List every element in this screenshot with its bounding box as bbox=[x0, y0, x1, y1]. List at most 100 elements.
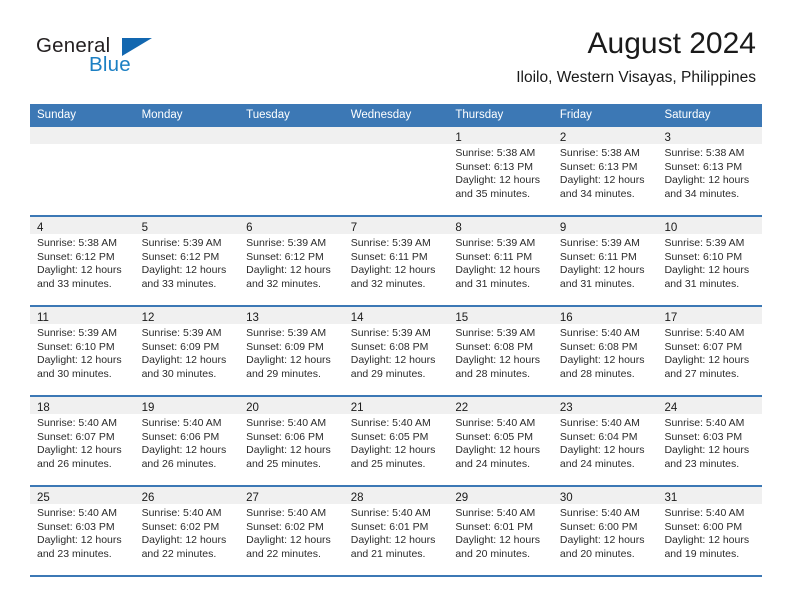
day-number: 30 bbox=[559, 492, 573, 504]
day-cell[interactable]: 10 Sunrise: 5:39 AM Sunset: 6:10 PM Dayl… bbox=[657, 217, 763, 305]
day-cell[interactable]: 30 Sunrise: 5:40 AM Sunset: 6:00 PM Dayl… bbox=[552, 487, 658, 575]
day-details: Sunrise: 5:38 AM Sunset: 6:13 PM Dayligh… bbox=[553, 144, 658, 201]
sunset-text: Sunset: 6:12 PM bbox=[141, 250, 220, 263]
sunset-text: Sunset: 6:10 PM bbox=[37, 340, 115, 353]
daylight-text-line1: Daylight: 12 hours bbox=[559, 534, 645, 547]
daylight-text-line2: and 34 minutes. bbox=[559, 187, 635, 200]
sunrise-text: Sunrise: 5:40 AM bbox=[559, 507, 640, 519]
day-number: 6 bbox=[246, 222, 253, 234]
sunset-text: Sunset: 6:08 PM bbox=[455, 340, 533, 353]
day-details bbox=[135, 144, 240, 147]
day-number-band: 29 bbox=[448, 487, 553, 504]
sunrise-text: Sunrise: 5:40 AM bbox=[350, 507, 431, 519]
day-cell[interactable]: 31 Sunrise: 5:40 AM Sunset: 6:00 PM Dayl… bbox=[657, 487, 763, 575]
daylight-text-line1: Daylight: 12 hours bbox=[141, 444, 227, 457]
daylight-text-line2: and 25 minutes. bbox=[246, 457, 321, 470]
day-number: 12 bbox=[141, 312, 155, 324]
day-cell[interactable]: 2 Sunrise: 5:38 AM Sunset: 6:13 PM Dayli… bbox=[552, 127, 658, 215]
day-details bbox=[344, 144, 449, 147]
day-cell[interactable]: 17 Sunrise: 5:40 AM Sunset: 6:07 PM Dayl… bbox=[657, 307, 763, 395]
day-number: 1 bbox=[455, 132, 462, 144]
sunset-text: Sunset: 6:02 PM bbox=[246, 520, 324, 533]
daylight-text-line1: Daylight: 12 hours bbox=[246, 444, 331, 457]
day-cell[interactable]: 26 Sunrise: 5:40 AM Sunset: 6:02 PM Dayl… bbox=[134, 487, 240, 575]
day-cell[interactable]: 25 Sunrise: 5:40 AM Sunset: 6:03 PM Dayl… bbox=[30, 487, 135, 575]
day-details: Sunrise: 5:39 AM Sunset: 6:11 PM Dayligh… bbox=[344, 234, 449, 291]
day-cell[interactable]: 16 Sunrise: 5:40 AM Sunset: 6:08 PM Dayl… bbox=[552, 307, 658, 395]
day-number-band: 2 bbox=[552, 127, 658, 144]
calendar-page: General Blue August 2024 Iloilo, Western… bbox=[0, 0, 792, 612]
day-details: Sunrise: 5:40 AM Sunset: 6:00 PM Dayligh… bbox=[657, 504, 762, 561]
day-cell[interactable] bbox=[239, 127, 344, 215]
day-details: Sunrise: 5:38 AM Sunset: 6:13 PM Dayligh… bbox=[657, 144, 762, 201]
daylight-text-line2: and 31 minutes. bbox=[455, 277, 531, 290]
daylight-text-line1: Daylight: 12 hours bbox=[664, 264, 750, 277]
sunset-text: Sunset: 6:03 PM bbox=[664, 430, 743, 443]
day-number-band: 6 bbox=[239, 217, 344, 234]
day-number-band bbox=[239, 127, 344, 144]
sunset-text: Sunset: 6:04 PM bbox=[559, 430, 638, 443]
day-cell[interactable] bbox=[30, 127, 135, 215]
daylight-text-line2: and 26 minutes. bbox=[141, 457, 217, 470]
daylight-text-line2: and 23 minutes. bbox=[37, 547, 112, 560]
daylight-text-line1: Daylight: 12 hours bbox=[559, 354, 645, 367]
day-cell[interactable]: 22 Sunrise: 5:40 AM Sunset: 6:05 PM Dayl… bbox=[448, 397, 553, 485]
day-cell[interactable]: 8 Sunrise: 5:39 AM Sunset: 6:11 PM Dayli… bbox=[448, 217, 553, 305]
day-number-band bbox=[30, 127, 135, 144]
day-details: Sunrise: 5:39 AM Sunset: 6:08 PM Dayligh… bbox=[344, 324, 449, 381]
day-cell[interactable] bbox=[343, 127, 449, 215]
daylight-text-line1: Daylight: 12 hours bbox=[559, 444, 645, 457]
daylight-text-line2: and 25 minutes. bbox=[350, 457, 426, 470]
daylight-text-line2: and 33 minutes. bbox=[141, 277, 217, 290]
day-cell[interactable]: 18 Sunrise: 5:40 AM Sunset: 6:07 PM Dayl… bbox=[30, 397, 135, 485]
day-cell[interactable]: 13 Sunrise: 5:39 AM Sunset: 6:09 PM Dayl… bbox=[239, 307, 344, 395]
day-number-band: 3 bbox=[657, 127, 763, 144]
weekday-header-sunday: Sunday bbox=[37, 109, 77, 121]
day-cell[interactable]: 6 Sunrise: 5:39 AM Sunset: 6:12 PM Dayli… bbox=[239, 217, 344, 305]
day-details: Sunrise: 5:39 AM Sunset: 6:10 PM Dayligh… bbox=[30, 324, 135, 381]
day-cell[interactable]: 12 Sunrise: 5:39 AM Sunset: 6:09 PM Dayl… bbox=[134, 307, 240, 395]
day-cell[interactable]: 29 Sunrise: 5:40 AM Sunset: 6:01 PM Dayl… bbox=[448, 487, 553, 575]
day-cell[interactable]: 23 Sunrise: 5:40 AM Sunset: 6:04 PM Dayl… bbox=[552, 397, 658, 485]
day-number-band: 19 bbox=[134, 397, 240, 414]
sunrise-text: Sunrise: 5:38 AM bbox=[37, 237, 117, 249]
day-number: 14 bbox=[350, 312, 364, 324]
day-number: 17 bbox=[664, 312, 678, 324]
day-details: Sunrise: 5:39 AM Sunset: 6:09 PM Dayligh… bbox=[239, 324, 344, 381]
day-cell[interactable]: 14 Sunrise: 5:39 AM Sunset: 6:08 PM Dayl… bbox=[343, 307, 449, 395]
daylight-text-line1: Daylight: 12 hours bbox=[455, 354, 540, 367]
day-cell[interactable]: 28 Sunrise: 5:40 AM Sunset: 6:01 PM Dayl… bbox=[343, 487, 449, 575]
daylight-text-line2: and 27 minutes. bbox=[664, 367, 740, 380]
daylight-text-line2: and 22 minutes. bbox=[141, 547, 217, 560]
day-cell[interactable]: 15 Sunrise: 5:39 AM Sunset: 6:08 PM Dayl… bbox=[448, 307, 553, 395]
daylight-text-line2: and 28 minutes. bbox=[559, 367, 635, 380]
day-cell[interactable]: 7 Sunrise: 5:39 AM Sunset: 6:11 PM Dayli… bbox=[343, 217, 449, 305]
day-details: Sunrise: 5:40 AM Sunset: 6:03 PM Dayligh… bbox=[657, 414, 762, 471]
sunrise-text: Sunrise: 5:39 AM bbox=[141, 237, 222, 249]
daylight-text-line1: Daylight: 12 hours bbox=[559, 174, 645, 187]
day-cell[interactable]: 21 Sunrise: 5:40 AM Sunset: 6:05 PM Dayl… bbox=[343, 397, 449, 485]
daylight-text-line1: Daylight: 12 hours bbox=[350, 444, 436, 457]
day-cell[interactable]: 24 Sunrise: 5:40 AM Sunset: 6:03 PM Dayl… bbox=[657, 397, 763, 485]
daylight-text-line1: Daylight: 12 hours bbox=[455, 174, 540, 187]
day-cell[interactable]: 5 Sunrise: 5:39 AM Sunset: 6:12 PM Dayli… bbox=[134, 217, 240, 305]
day-cell[interactable]: 20 Sunrise: 5:40 AM Sunset: 6:06 PM Dayl… bbox=[239, 397, 344, 485]
day-cell[interactable]: 19 Sunrise: 5:40 AM Sunset: 6:06 PM Dayl… bbox=[134, 397, 240, 485]
calendar-grid: Sunday Monday Tuesday Wednesday Thursday… bbox=[30, 104, 763, 577]
day-cell[interactable]: 3 Sunrise: 5:38 AM Sunset: 6:13 PM Dayli… bbox=[657, 127, 763, 215]
day-cell[interactable]: 9 Sunrise: 5:39 AM Sunset: 6:11 PM Dayli… bbox=[552, 217, 658, 305]
weekday-header-row: Sunday Monday Tuesday Wednesday Thursday… bbox=[30, 104, 762, 127]
day-cell[interactable]: 27 Sunrise: 5:40 AM Sunset: 6:02 PM Dayl… bbox=[239, 487, 344, 575]
daylight-text-line2: and 19 minutes. bbox=[664, 547, 740, 560]
day-cell[interactable]: 1 Sunrise: 5:38 AM Sunset: 6:13 PM Dayli… bbox=[448, 127, 553, 215]
day-cell[interactable]: 4 Sunrise: 5:38 AM Sunset: 6:12 PM Dayli… bbox=[30, 217, 135, 305]
day-cell[interactable] bbox=[134, 127, 240, 215]
day-number: 3 bbox=[664, 132, 671, 144]
daylight-text-line2: and 21 minutes. bbox=[350, 547, 426, 560]
daylight-text-line1: Daylight: 12 hours bbox=[350, 264, 436, 277]
day-cell[interactable]: 11 Sunrise: 5:39 AM Sunset: 6:10 PM Dayl… bbox=[30, 307, 135, 395]
day-number-band: 28 bbox=[343, 487, 449, 504]
day-details: Sunrise: 5:39 AM Sunset: 6:12 PM Dayligh… bbox=[239, 234, 344, 291]
day-details: Sunrise: 5:40 AM Sunset: 6:07 PM Dayligh… bbox=[30, 414, 135, 471]
day-details: Sunrise: 5:40 AM Sunset: 6:04 PM Dayligh… bbox=[553, 414, 658, 471]
